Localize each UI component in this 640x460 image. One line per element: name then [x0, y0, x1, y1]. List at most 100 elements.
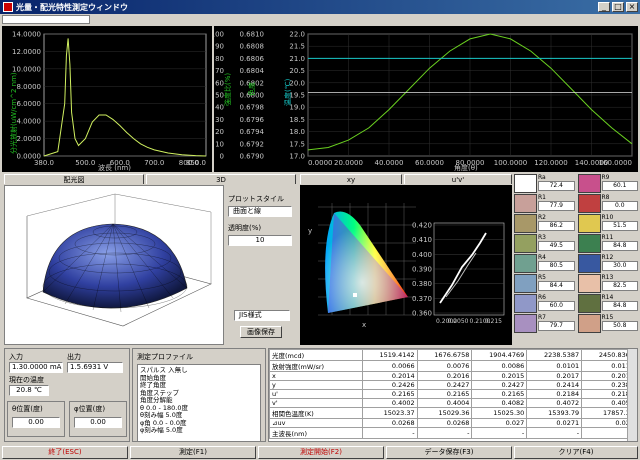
tab-xy[interactable]: xy: [300, 174, 402, 184]
angle-ytick-pct: 80: [215, 55, 224, 63]
table-row[interactable]: 主波長(nm)-----: [269, 427, 637, 439]
cri-color-swatch: [514, 314, 537, 333]
cri-color-swatch: [577, 314, 601, 333]
output-voltage-field[interactable]: 1.5.6931 V: [67, 362, 123, 373]
zoom-ytick: 0.390: [412, 266, 432, 274]
tab-3d[interactable]: 3D: [146, 174, 296, 184]
measure-button[interactable]: 測定(F1): [130, 446, 256, 459]
plot-style-select[interactable]: 曲面と線: [228, 206, 292, 217]
angle-ytick-pct: 0: [220, 153, 224, 161]
table-cell: 0.0271: [526, 418, 583, 428]
table-cell: 0.2427: [416, 380, 473, 390]
cri-label: R13: [601, 274, 614, 281]
table-cell: 0.4002: [361, 398, 418, 408]
angle-ytick-chrom: 0.6796: [240, 116, 265, 124]
table-cell: 0.2014: [361, 371, 418, 381]
table-row[interactable]: 相関色温度(K) 15023.37 15029.36 15025.30 15393.79…: [269, 407, 637, 419]
tab-uv[interactable]: u'v': [404, 174, 512, 184]
table-cell: 0.2165: [361, 389, 418, 399]
results-table[interactable]: 光度(mcd) 1519.4142 1676.6758 1904.4769 2238.5…: [268, 348, 638, 442]
cri-value: 30.0: [601, 261, 638, 271]
end-button[interactable]: 終了(ESC): [2, 446, 128, 459]
spectrum-ytick: 6.0000: [17, 100, 42, 108]
angle-xlabel: 角度(θ): [454, 163, 478, 172]
cri-label: R1: [538, 194, 546, 201]
table-cell: 0.0086: [471, 360, 528, 372]
table-cell: -: [526, 427, 583, 439]
cri-value: 60.1: [601, 181, 638, 191]
cri-value: 80.5: [538, 261, 575, 271]
angle-ytick-chrom: 0.6806: [240, 55, 265, 63]
cri-item: R12 30.0: [577, 254, 638, 273]
spectrum-xtick: 500.0: [75, 159, 95, 167]
spectrum-ytick: 8.0000: [17, 83, 42, 91]
table-cell: 0.4082: [471, 398, 528, 408]
save-data-button[interactable]: データ保存(F3): [386, 446, 512, 459]
angle-ytick-temp: 20.5: [289, 67, 305, 75]
theta-field[interactable]: 0.00: [12, 417, 60, 428]
angle-ytick-pct: 30: [215, 116, 224, 124]
jis-style-select[interactable]: JIS様式: [234, 310, 290, 321]
spectrum-ytick: 4.0000: [17, 118, 42, 126]
maximize-icon[interactable]: □: [612, 2, 624, 12]
minimize-icon[interactable]: _: [598, 2, 610, 12]
angle-ylabel-right: 温度(℃): [283, 78, 292, 106]
table-cell: 0.2165: [416, 389, 473, 399]
transparency-input[interactable]: 10: [228, 235, 292, 246]
table-row[interactable]: x 0.2014 0.2016 0.2015 0.2017 0.2015: [269, 371, 637, 381]
profile-panel: 測定プロファイル スパルス 入無し 開始角度 終了角度 角度ステップ 角度分解能 θ 0.…: [132, 348, 266, 442]
plot-style-label: プロットスタイル: [228, 195, 284, 203]
menu-strip[interactable]: [2, 15, 90, 24]
phi-field[interactable]: 0.00: [74, 417, 122, 428]
cri-color-swatch: [514, 294, 537, 313]
cri-value: 72.4: [538, 181, 575, 191]
spectrum-ytick: 12.0000: [12, 48, 41, 56]
theta-group: θ位置(度) 0.00: [7, 401, 65, 437]
angle-ytick-pct: 20: [215, 128, 224, 136]
table-scrollbar[interactable]: [627, 349, 637, 441]
zoom-ytick: 0.380: [412, 280, 432, 288]
spectrum-xtick: 700.0: [144, 159, 164, 167]
angle-xtick: 40.0000: [375, 159, 404, 167]
table-row[interactable]: u' 0.2165 0.2165 0.2165 0.2184 0.2182: [269, 389, 637, 399]
clear-button[interactable]: クリア(F4): [514, 446, 638, 459]
plot-3d[interactable]: [4, 185, 224, 345]
table-cell: 0.027: [471, 418, 528, 428]
table-row[interactable]: ⊿uv 0.0268 0.0268 0.027 0.0271 0.028: [269, 418, 637, 428]
angle-xtick: 0.0000: [308, 159, 333, 167]
cie-panel: y x 0.420 0.410 0.400 0.390 0.380 0.370 0.360 …: [300, 185, 512, 345]
table-cell: 0.2165: [471, 389, 528, 399]
table-cell: 15393.79: [526, 407, 583, 419]
start-measure-button[interactable]: 測定開始(F2): [258, 446, 384, 459]
table-cell: 0.2015: [471, 371, 528, 381]
angle-ylabel-left: 強度比(%): [223, 73, 232, 106]
angle-ytick-pct: 90: [215, 43, 224, 51]
zoom-ytick: 0.420: [412, 222, 432, 230]
cie-point: [353, 293, 357, 297]
save-image-button[interactable]: 画像保存: [240, 326, 282, 338]
cri-color-swatch: [577, 174, 601, 193]
cie-chart: y x 0.420 0.410 0.400 0.390 0.380 0.370 0.360 …: [308, 203, 505, 329]
dome-3d-graphic: [26, 193, 212, 327]
cri-label: R12: [601, 254, 614, 261]
table-row[interactable]: v' 0.4002 0.4004 0.4082 0.4072 0.4050: [269, 398, 637, 408]
table-row[interactable]: 放射強度(mW/sr) 0.0066 0.0076 0.0086 0.0101 0.011…: [269, 360, 637, 372]
cri-value: 84.4: [538, 281, 575, 291]
phi-group: φ位置(度) 0.00: [69, 401, 127, 437]
tab-distribution[interactable]: 配光図: [4, 174, 144, 184]
table-cell: 0.2414: [526, 380, 583, 390]
zoom-ytick: 0.410: [412, 236, 432, 244]
input-current-field[interactable]: 1.30.0000 mA: [9, 362, 63, 373]
zoom-ytick: 0.400: [412, 251, 432, 259]
table-cell: -: [361, 427, 418, 439]
cie-axis-x: x: [362, 321, 366, 329]
table-row[interactable]: y 0.2426 0.2427 0.2427 0.2414 0.2387: [269, 380, 637, 390]
close-icon[interactable]: ×: [626, 2, 638, 12]
spectrum-chart: 14.0000 12.0000 10.0000 8.0000 6.0000 4.0000 2…: [9, 31, 207, 172]
table-cell: 0.2427: [471, 380, 528, 390]
angle-ytick-pct: 100: [214, 31, 224, 39]
table-row[interactable]: 光度(mcd) 1519.4142 1676.6758 1904.4769 2238.5…: [269, 349, 637, 361]
cri-item: R15 50.8: [577, 314, 638, 333]
window-title: 光量・配光特性測定ウィンドウ: [16, 2, 128, 12]
table-cell: 1676.6758: [416, 349, 473, 361]
